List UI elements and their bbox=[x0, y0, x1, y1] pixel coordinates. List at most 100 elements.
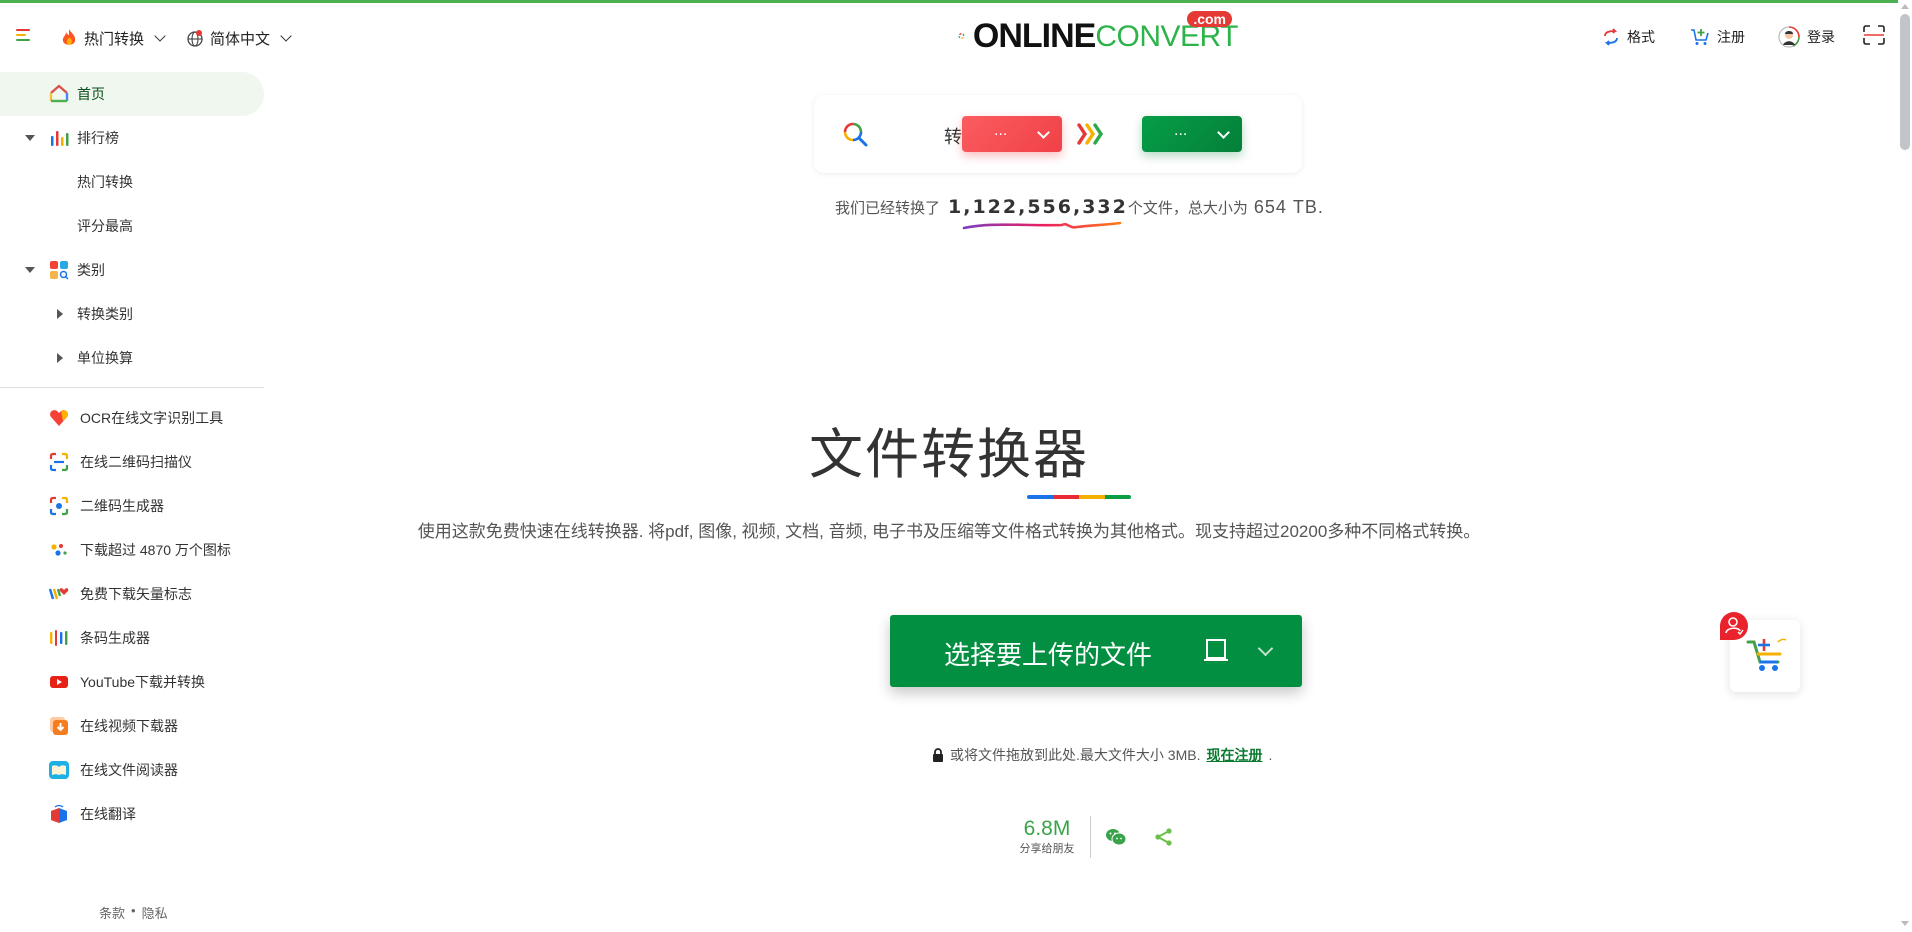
sidebar-tool-video-downloader[interactable]: 在线视频下载器 bbox=[0, 704, 264, 748]
logo-text-online: ONLINE bbox=[972, 16, 1096, 55]
sidebar-tool-youtube[interactable]: YouTube下载并转换 bbox=[0, 660, 264, 704]
sidebar-item-top-rated[interactable]: 评分最高 bbox=[0, 204, 264, 248]
page-scrollbar[interactable] bbox=[1898, 0, 1912, 932]
language-dropdown[interactable]: 简体中文 bbox=[186, 24, 292, 52]
triple-chevron-arrow-icon bbox=[1077, 123, 1104, 145]
upload-file-label: 选择要上传的文件 bbox=[944, 640, 1153, 670]
caret-right-icon[interactable] bbox=[57, 353, 63, 363]
logo-mark-icon bbox=[958, 33, 965, 39]
scroll-up-arrow-icon[interactable] bbox=[1901, 4, 1909, 9]
video-download-icon bbox=[50, 717, 68, 735]
footer-separator: • bbox=[131, 903, 136, 918]
site-logo[interactable]: ONLINE CONVERT .com bbox=[958, 11, 1238, 61]
sidebar-tool-label: 在线翻译 bbox=[80, 806, 136, 822]
header-link-login-label: 登录 bbox=[1807, 29, 1835, 45]
search-icon[interactable] bbox=[843, 122, 869, 148]
header: 热门转换 简体中文 ONLINE CONVERT .com 格式 注册 登录 bbox=[0, 3, 1898, 69]
sidebar: 首页 排行榜 热门转换 评分最高 类别 转换类别 单位换算 OCR在线文字识别工… bbox=[0, 69, 264, 932]
lock-icon bbox=[933, 748, 943, 762]
book-icon bbox=[49, 761, 69, 779]
scan-icon bbox=[1863, 25, 1885, 45]
conversion-stats: 我们已经转换了 1,122,556,332个文件，总大小为 654 TB. bbox=[835, 196, 1365, 218]
device-upload-icon bbox=[1204, 639, 1228, 661]
sidebar-tool-label: 在线文件阅读器 bbox=[80, 762, 178, 778]
drop-note-text: 或将文件拖放到此处.最大文件大小 3MB. bbox=[950, 747, 1201, 763]
share-icon[interactable] bbox=[1154, 827, 1174, 847]
sidebar-divider bbox=[0, 387, 264, 388]
chevron-down-icon bbox=[1037, 126, 1050, 139]
cart-celebration-icon bbox=[1746, 638, 1787, 671]
page-subtitle: 使用这款免费快速在线转换器. 将pdf, 图像, 视频, 文档, 音频, 电子书… bbox=[417, 522, 1481, 541]
vector-logo-icon bbox=[49, 588, 69, 600]
sidebar-tool-label: YouTube下载并转换 bbox=[80, 674, 206, 690]
menu-icon[interactable] bbox=[16, 29, 32, 43]
header-link-register-label: 注册 bbox=[1717, 29, 1745, 45]
sidebar-item-categories[interactable]: 类别 bbox=[0, 248, 264, 292]
sidebar-item-ranking[interactable]: 排行榜 bbox=[0, 116, 264, 160]
target-format-select[interactable]: ... bbox=[1142, 116, 1242, 152]
upload-file-button[interactable]: 选择要上传的文件 bbox=[890, 615, 1302, 687]
chevron-down-icon bbox=[1257, 640, 1274, 657]
chevron-down-icon bbox=[280, 30, 292, 42]
sidebar-subitem-label: 评分最高 bbox=[77, 218, 133, 234]
share-divider bbox=[1090, 816, 1091, 858]
dots-icon bbox=[51, 544, 67, 556]
title-color-bar bbox=[1027, 495, 1131, 499]
scrollbar-thumb[interactable] bbox=[1900, 14, 1910, 150]
sidebar-subitem-label: 单位换算 bbox=[77, 350, 133, 366]
header-link-register[interactable]: 注册 bbox=[1690, 23, 1745, 51]
source-format-value: ... bbox=[994, 122, 1008, 139]
stats-file-count: 1,122,556,332 bbox=[948, 196, 1128, 218]
share-count-label: 分享给朋友 bbox=[1019, 843, 1075, 855]
globe-icon bbox=[187, 30, 203, 47]
header-link-login[interactable]: 登录 bbox=[1778, 23, 1835, 51]
sidebar-tool-file-reader[interactable]: 在线文件阅读器 bbox=[0, 748, 264, 792]
logo-tld-badge: .com bbox=[1187, 11, 1232, 27]
source-format-select[interactable]: ... bbox=[962, 116, 1062, 152]
sidebar-item-ranking-label: 排行榜 bbox=[77, 130, 119, 146]
fire-icon bbox=[62, 29, 76, 45]
caret-down-icon[interactable] bbox=[25, 267, 35, 273]
caret-right-icon[interactable] bbox=[57, 309, 63, 319]
user-check-icon bbox=[1725, 617, 1744, 636]
user-badge-button[interactable] bbox=[1720, 612, 1748, 640]
target-format-value: ... bbox=[1174, 122, 1188, 139]
sidebar-tool-barcode[interactable]: 条码生成器 bbox=[0, 616, 264, 660]
sidebar-item-categories-label: 类别 bbox=[77, 262, 105, 278]
sidebar-item-conversion-categories[interactable]: 转换类别 bbox=[0, 292, 264, 336]
bar-chart-icon bbox=[51, 131, 69, 146]
barcode-icon bbox=[50, 630, 68, 646]
register-now-link[interactable]: 现在注册 bbox=[1206, 745, 1262, 765]
privacy-link[interactable]: 隐私 bbox=[142, 903, 168, 922]
categories-icon bbox=[50, 261, 69, 280]
scroll-down-arrow-icon[interactable] bbox=[1901, 921, 1909, 926]
page-title: 文件转换器 bbox=[809, 423, 1089, 486]
sidebar-tool-vector-logos[interactable]: 免费下载矢量标志 bbox=[0, 572, 264, 616]
cart-add-icon bbox=[1691, 29, 1709, 45]
wechat-icon[interactable] bbox=[1105, 827, 1127, 847]
terms-link[interactable]: 条款 bbox=[99, 903, 125, 922]
sidebar-subitem-label: 转换类别 bbox=[77, 306, 133, 322]
caret-down-icon[interactable] bbox=[25, 135, 35, 141]
sidebar-item-home[interactable]: 首页 bbox=[0, 72, 264, 116]
sidebar-item-home-label: 首页 bbox=[77, 86, 105, 102]
sidebar-tool-label: 二维码生成器 bbox=[80, 498, 164, 514]
hot-conversions-dropdown[interactable]: 热门转换 bbox=[60, 24, 166, 52]
share-count-value: 6.8M bbox=[1023, 817, 1071, 840]
sidebar-tool-label: 免费下载矢量标志 bbox=[80, 586, 192, 602]
header-link-formats[interactable]: 格式 bbox=[1602, 23, 1655, 51]
chevron-down-icon bbox=[1217, 126, 1230, 139]
sidebar-tool-label: 在线视频下载器 bbox=[80, 718, 178, 734]
conversion-search-card: 转换 ... ... bbox=[814, 95, 1302, 173]
stats-total-size: 654 TB. bbox=[1253, 197, 1324, 217]
translate-cube-icon bbox=[51, 804, 67, 823]
stats-middle: 个文件，总大小为 bbox=[1127, 200, 1248, 217]
sidebar-item-unit-conversion[interactable]: 单位换算 bbox=[0, 336, 264, 380]
share-bar: 6.8M 分享给朋友 bbox=[1018, 815, 1174, 859]
share-count: 6.8M 分享给朋友 bbox=[1018, 818, 1076, 856]
sidebar-item-hot-conversions[interactable]: 热门转换 bbox=[0, 160, 264, 204]
upload-source-dropdown[interactable] bbox=[1246, 615, 1286, 687]
scan-button[interactable] bbox=[1862, 24, 1886, 46]
sidebar-tool-translate[interactable]: 在线翻译 bbox=[0, 792, 264, 836]
drop-note: 或将文件拖放到此处.最大文件大小 3MB. 现在注册. bbox=[932, 745, 1272, 765]
